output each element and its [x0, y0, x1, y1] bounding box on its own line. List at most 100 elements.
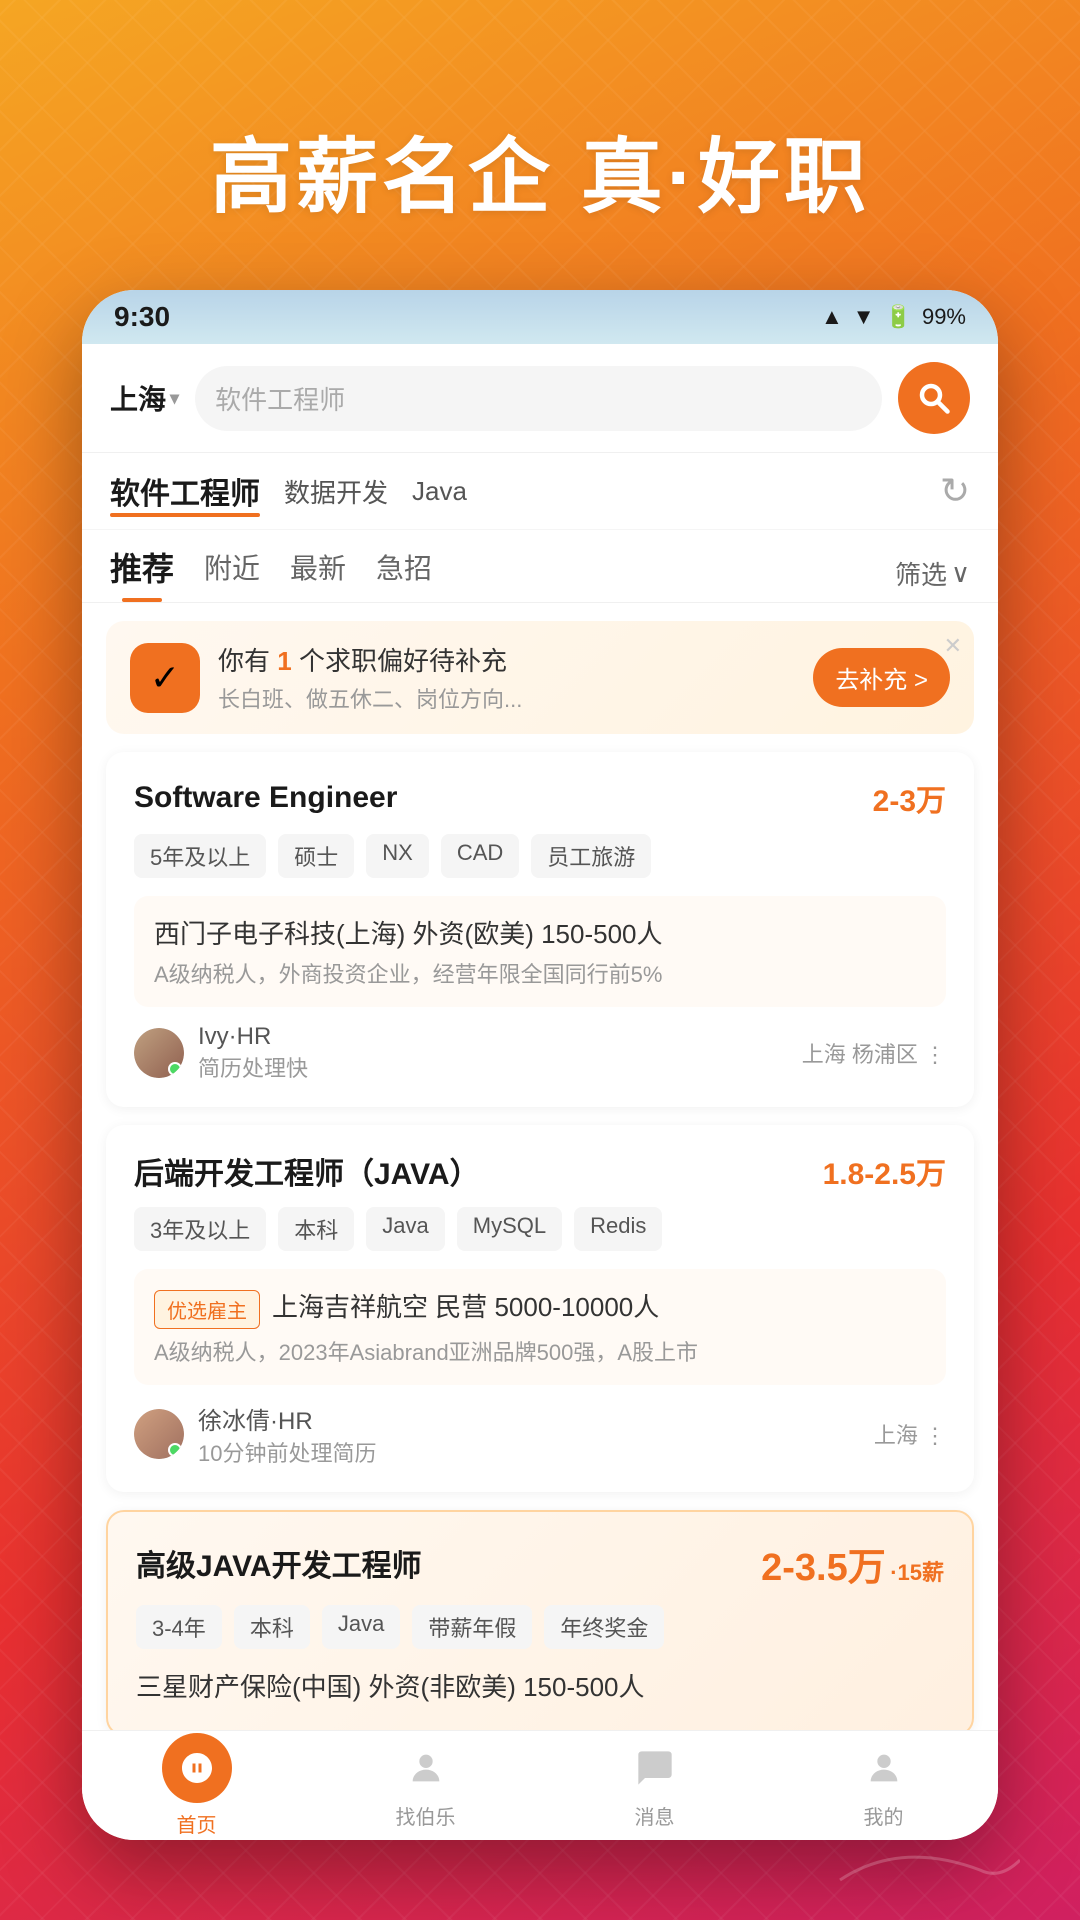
job-salary-1: 2-3万: [873, 776, 946, 820]
hr-name-1: Ivy·HR: [198, 1023, 308, 1051]
job-category-java[interactable]: Java: [412, 476, 467, 507]
battery-icon: 🔋: [885, 304, 912, 330]
notification-title: 你有 1 个求职偏好待补充: [218, 641, 795, 678]
company-desc-2: A级纳税人，2023年Asiabrand亚洲品牌500强，A股上市: [154, 1335, 926, 1367]
hr-details-1: Ivy·HR 简历处理快: [198, 1023, 308, 1083]
signal-icon: ▲: [821, 304, 843, 330]
tag2-experience: 3年及以上: [134, 1207, 266, 1251]
wifi-icon: ▼: [853, 304, 875, 330]
nav-home[interactable]: 首页: [82, 1733, 311, 1838]
filter-label: 筛选: [895, 555, 947, 592]
notification-close-icon[interactable]: ✕: [944, 633, 962, 659]
hr-info-1: Ivy·HR 简历处理快: [134, 1023, 308, 1083]
tag2-java: Java: [366, 1207, 444, 1251]
tag3-edu: 本科: [234, 1605, 310, 1649]
home-nav-icon: [162, 1733, 232, 1803]
hr-status-1: 简历处理快: [198, 1051, 308, 1083]
job-header-3: 高级JAVA开发工程师 2-3.5万 ·15薪: [136, 1536, 944, 1591]
hr-details-2: 徐冰倩·HR 10分钟前处理简历: [198, 1401, 376, 1468]
tag2-edu: 本科: [278, 1207, 354, 1251]
job-title-3: 高级JAVA开发工程师: [136, 1541, 422, 1585]
job-card-1[interactable]: Software Engineer 2-3万 5年及以上 硕士 NX CAD 员…: [106, 752, 974, 1107]
city-name: 上海: [110, 378, 166, 418]
job-categories: 软件工程师 数据开发 Java ↻: [82, 453, 998, 530]
filter-chevron-icon: ∨: [951, 558, 970, 589]
job-tags-2: 3年及以上 本科 Java MySQL Redis: [134, 1207, 946, 1251]
tag-experience: 5年及以上: [134, 834, 266, 878]
status-bar: 9:30 ▲ ▼ 🔋 99%: [82, 290, 998, 344]
online-indicator-1: [168, 1062, 182, 1076]
job-header-2: 后端开发工程师（JAVA） 1.8-2.5万: [134, 1149, 946, 1193]
tag3-java: Java: [322, 1605, 400, 1649]
hr-avatar-1: [134, 1028, 184, 1078]
tag-cad: CAD: [441, 834, 519, 878]
nav-profile[interactable]: 我的: [769, 1741, 998, 1830]
tag3-experience: 3-4年: [136, 1605, 222, 1649]
job-salary-sub-3: ·15薪: [890, 1560, 944, 1585]
edit-categories-icon[interactable]: ↻: [940, 470, 970, 512]
tag-edu: 硕士: [278, 834, 354, 878]
hr-name-2: 徐冰倩·HR: [198, 1401, 376, 1436]
search-button[interactable]: [898, 362, 970, 434]
nav-message[interactable]: 消息: [540, 1741, 769, 1830]
tag3-vacation: 带薪年假: [412, 1605, 532, 1649]
job-list: ✓ 你有 1 个求职偏好待补充 长白班、做五休二、岗位方向... 去补充 > ✕…: [82, 603, 998, 1840]
notification-subtitle: 长白班、做五休二、岗位方向...: [218, 682, 795, 714]
nav-home-label: 首页: [177, 1809, 217, 1838]
company-info-2: 优选雇主上海吉祥航空 民营 5000-10000人 A级纳税人，2023年Asi…: [134, 1269, 946, 1385]
company-name-1: 西门子电子科技(上海) 外资(欧美) 150-500人: [154, 914, 926, 951]
hr-avatar-2: [134, 1409, 184, 1459]
city-dropdown-icon: ▾: [170, 388, 179, 409]
job-title-2: 后端开发工程师（JAVA）: [134, 1149, 480, 1193]
nav-message-icon: [628, 1741, 682, 1795]
nav-find-label: 找伯乐: [396, 1801, 456, 1830]
nav-profile-icon: [857, 1741, 911, 1795]
preferred-badge: 优选雇主: [154, 1290, 260, 1329]
nav-find[interactable]: 找伯乐: [311, 1741, 540, 1830]
job-tags-1: 5年及以上 硕士 NX CAD 员工旅游: [134, 834, 946, 878]
hero-title: 高薪名企 真·好职: [0, 110, 1080, 229]
hr-location-2: 上海 ⋮: [874, 1418, 946, 1450]
job-category-active[interactable]: 软件工程师: [110, 469, 260, 513]
search-input-wrap[interactable]: 软件工程师: [195, 366, 882, 431]
job-category-data[interactable]: 数据开发: [284, 473, 388, 510]
hr-location-1: 上海 杨浦区 ⋮: [802, 1037, 946, 1069]
city-selector[interactable]: 上海 ▾: [110, 378, 179, 418]
nav-find-icon: [399, 1741, 453, 1795]
notification-text: 你有 1 个求职偏好待补充 长白班、做五休二、岗位方向...: [218, 641, 795, 714]
bottom-navigation: 首页 找伯乐 消息: [82, 1730, 998, 1840]
tag-nx: NX: [366, 834, 429, 878]
job-salary-wrap-3: 2-3.5万 ·15薪: [761, 1536, 944, 1591]
hr-row-2: 徐冰倩·HR 10分钟前处理简历 上海 ⋮: [134, 1401, 946, 1468]
job-tags-3: 3-4年 本科 Java 带薪年假 年终奖金: [136, 1605, 944, 1649]
notification-banner[interactable]: ✓ 你有 1 个求职偏好待补充 长白班、做五休二、岗位方向... 去补充 > ✕: [106, 621, 974, 734]
job-card-3[interactable]: 高级JAVA开发工程师 2-3.5万 ·15薪 3-4年 本科 Java 带薪年…: [106, 1510, 974, 1736]
job-title-1: Software Engineer: [134, 781, 397, 815]
notification-icon: ✓: [130, 643, 200, 713]
hr-row-1: Ivy·HR 简历处理快 上海 杨浦区 ⋮: [134, 1023, 946, 1083]
bottom-decoration: [820, 1830, 1020, 1890]
tag3-bonus: 年终奖金: [544, 1605, 664, 1649]
tab-recommend[interactable]: 推荐: [110, 544, 174, 602]
search-area: 上海 ▾ 软件工程师: [82, 344, 998, 453]
battery-text: 99%: [922, 304, 966, 330]
job-header-1: Software Engineer 2-3万: [134, 776, 946, 820]
tab-latest[interactable]: 最新: [290, 547, 346, 599]
hero-title-text: 高薪名企 真·好职: [210, 132, 870, 223]
notification-action-button[interactable]: 去补充 >: [813, 648, 950, 707]
phone-mockup: 9:30 ▲ ▼ 🔋 99% 上海 ▾ 软件工程师: [82, 290, 998, 1840]
company-name-3: 三星财产保险(中国) 外资(非欧美) 150-500人: [136, 1667, 944, 1704]
tab-nearby[interactable]: 附近: [204, 547, 260, 599]
filter-tabs: 推荐 附近 最新 急招 筛选 ∨: [82, 530, 998, 603]
company-name-2: 优选雇主上海吉祥航空 民营 5000-10000人: [154, 1287, 926, 1329]
tag-benefit: 员工旅游: [531, 834, 651, 878]
tag2-redis: Redis: [574, 1207, 662, 1251]
job-card-2[interactable]: 后端开发工程师（JAVA） 1.8-2.5万 3年及以上 本科 Java MyS…: [106, 1125, 974, 1492]
status-icons: ▲ ▼ 🔋 99%: [821, 304, 966, 330]
filter-button[interactable]: 筛选 ∨: [895, 555, 970, 592]
company-info-1: 西门子电子科技(上海) 外资(欧美) 150-500人 A级纳税人，外商投资企业…: [134, 896, 946, 1007]
online-indicator-2: [168, 1443, 182, 1457]
company-desc-1: A级纳税人，外商投资企业，经营年限全国同行前5%: [154, 957, 926, 989]
tab-urgent[interactable]: 急招: [376, 547, 432, 599]
nav-profile-label: 我的: [864, 1801, 904, 1830]
